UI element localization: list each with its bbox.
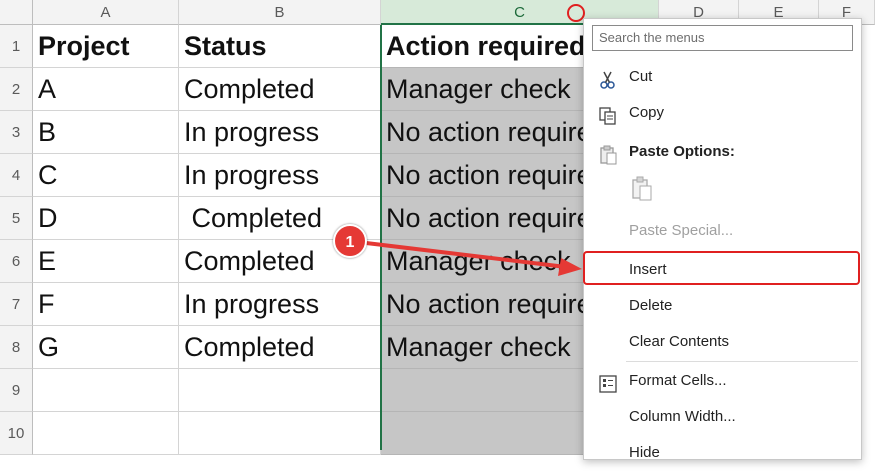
arrow-icon — [365, 241, 582, 276]
step-badge: 1 — [333, 224, 367, 258]
